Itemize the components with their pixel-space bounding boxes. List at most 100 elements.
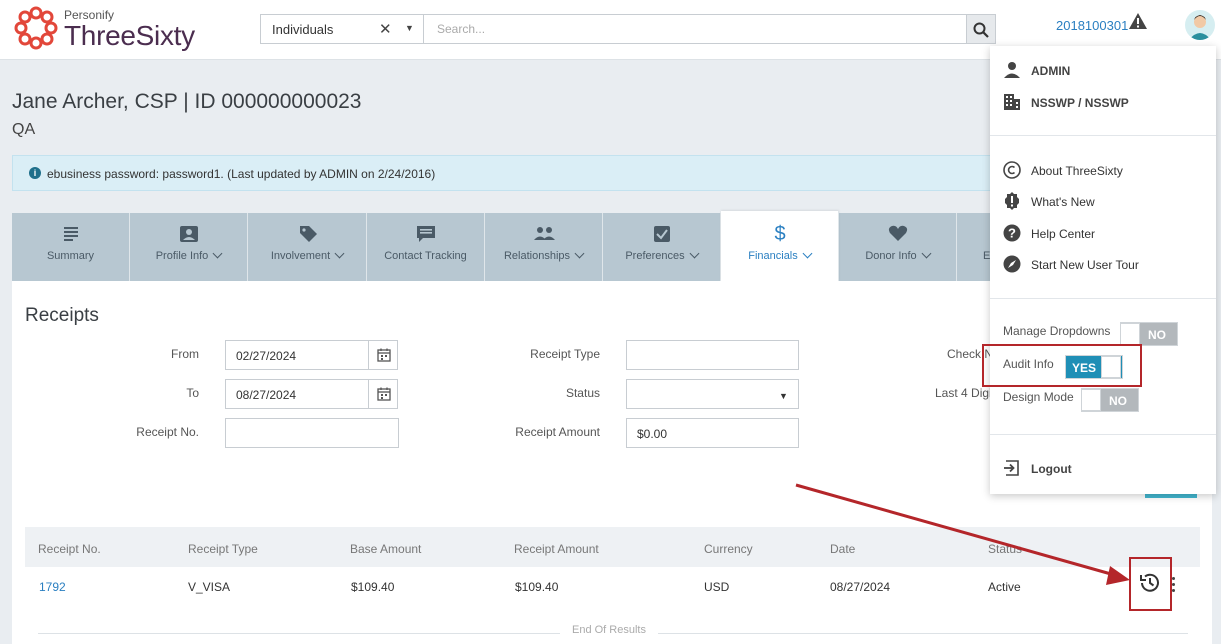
col-date[interactable]: Date (830, 542, 855, 556)
menu-divider (990, 135, 1216, 136)
id-card-icon (180, 226, 198, 242)
clear-icon[interactable]: ✕ (379, 20, 392, 38)
tab-financials[interactable]: $ Financials (721, 211, 839, 281)
from-label: From (171, 347, 199, 361)
from-calendar-button[interactable] (368, 340, 398, 370)
caret-down-icon[interactable]: ▼ (405, 23, 414, 33)
help-icon: ? (1003, 224, 1021, 242)
calendar-icon (377, 348, 391, 362)
search-input[interactable] (425, 15, 965, 43)
col-receipt-type[interactable]: Receipt Type (188, 542, 258, 556)
row-actions-menu-icon[interactable] (1172, 577, 1176, 595)
search-type-select[interactable]: Individuals ✕ ▼ (261, 15, 424, 43)
chevron-down-icon (334, 248, 345, 259)
tab-label: Donor Info (865, 250, 917, 262)
search-bar: Individuals ✕ ▼ (260, 14, 967, 44)
chevron-down-icon (921, 248, 932, 259)
receipt-no-input[interactable] (225, 418, 399, 448)
to-calendar-button[interactable] (368, 379, 398, 409)
cell-receipt-type: V_VISA (188, 580, 231, 594)
annotation-history-box (1129, 557, 1172, 611)
logo-main-text: ThreeSixty (64, 20, 195, 51)
cell-base-amount: $109.40 (351, 580, 395, 594)
manage-dropdowns-toggle[interactable]: NO (1120, 322, 1178, 346)
col-receipt-no[interactable]: Receipt No. (38, 542, 101, 556)
toggle-knob (1120, 323, 1140, 345)
receipt-no-label: Receipt No. (136, 425, 199, 439)
compass-icon (1003, 255, 1021, 273)
tab-relationships[interactable]: Relationships (485, 213, 603, 281)
receipt-no-link[interactable]: 1792 (39, 580, 66, 594)
tab-label: Involvement (270, 250, 331, 262)
heart-icon (888, 225, 908, 241)
avatar[interactable] (1185, 10, 1215, 40)
user-avatar-icon (1189, 15, 1211, 40)
col-base-amount[interactable]: Base Amount (350, 542, 421, 556)
dollar-icon: $ (774, 223, 785, 243)
cell-receipt-amount: $109.40 (515, 580, 559, 594)
tab-contact-tracking[interactable]: Contact Tracking (367, 213, 485, 281)
toggle-state: NO (1148, 328, 1166, 342)
receipt-type-input[interactable] (626, 340, 799, 370)
end-of-results: End Of Results (560, 624, 658, 636)
manage-dropdowns-label: Manage Dropdowns (1003, 324, 1111, 338)
annotation-audit-info-box (982, 344, 1142, 387)
menu-divider (990, 434, 1216, 435)
chevron-down-icon (802, 248, 813, 259)
receipt-amount-input[interactable]: $0.00 (626, 418, 799, 448)
receipt-type-label: Receipt Type (530, 347, 600, 361)
search-button[interactable] (967, 14, 996, 44)
warning-icon[interactable] (1128, 12, 1148, 30)
col-currency[interactable]: Currency (704, 542, 753, 556)
user-menu: ADMIN NSSWP / NSSWP About ThreeSixty Wha… (990, 46, 1216, 494)
chat-icon (417, 226, 435, 242)
to-label: To (186, 386, 199, 400)
from-date-input[interactable]: 02/27/2024 (225, 340, 369, 370)
design-mode-toggle[interactable]: NO (1081, 388, 1139, 412)
logout-icon (1004, 460, 1019, 476)
building-icon (1004, 94, 1020, 110)
col-status[interactable]: Status (988, 542, 1022, 556)
tab-involvement[interactable]: Involvement (248, 213, 367, 281)
info-banner-text: ebusiness password: password1. (Last upd… (47, 167, 436, 181)
announcement-icon (1005, 192, 1019, 210)
tab-label: Financials (748, 250, 798, 262)
tab-preferences[interactable]: Preferences (603, 213, 721, 281)
tab-label: Contact Tracking (384, 250, 467, 262)
chevron-down-icon (574, 248, 585, 259)
status-select[interactable] (626, 379, 799, 409)
checkbox-icon (654, 226, 670, 242)
tab-profile-info[interactable]: Profile Info (130, 213, 248, 281)
search-icon (973, 22, 989, 38)
personify-logo-mark-icon (14, 6, 58, 50)
copyright-icon (1003, 161, 1021, 179)
calendar-icon (377, 387, 391, 401)
toggle-knob (1081, 389, 1101, 411)
last-4-digits-label: Last 4 Digi (935, 386, 992, 400)
chevron-down-icon (689, 248, 700, 259)
chevron-down-icon (212, 248, 223, 259)
svg-text:$: $ (774, 223, 785, 243)
cell-status: Active (988, 580, 1021, 594)
section-title: Receipts (25, 305, 99, 326)
tab-donor-info[interactable]: Donor Info (839, 213, 957, 281)
tab-summary[interactable]: Summary (12, 213, 130, 281)
to-date-input[interactable]: 08/27/2024 (225, 379, 369, 409)
caret-down-icon[interactable]: ▼ (779, 391, 788, 401)
cell-currency: USD (704, 580, 730, 594)
status-label: Status (565, 386, 600, 400)
svg-text:?: ? (1008, 226, 1016, 241)
cell-date: 08/27/2024 (830, 580, 891, 594)
record-title: Jane Archer, CSP | ID 000000000023 (12, 90, 362, 113)
personify-logo[interactable]: Personify ThreeSixty (12, 4, 217, 56)
tab-label: Relationships (503, 250, 571, 262)
user-id-link[interactable]: 2018100301 (1056, 18, 1128, 33)
tab-label: Preferences (625, 250, 685, 262)
people-icon (534, 227, 555, 240)
person-icon (1004, 62, 1020, 78)
info-icon: i (29, 167, 41, 179)
tag-icon (300, 226, 317, 242)
info-banner: i ebusiness password: password1. (Last u… (12, 155, 1002, 191)
toggle-state: NO (1109, 394, 1127, 408)
col-receipt-amount[interactable]: Receipt Amount (514, 542, 599, 556)
